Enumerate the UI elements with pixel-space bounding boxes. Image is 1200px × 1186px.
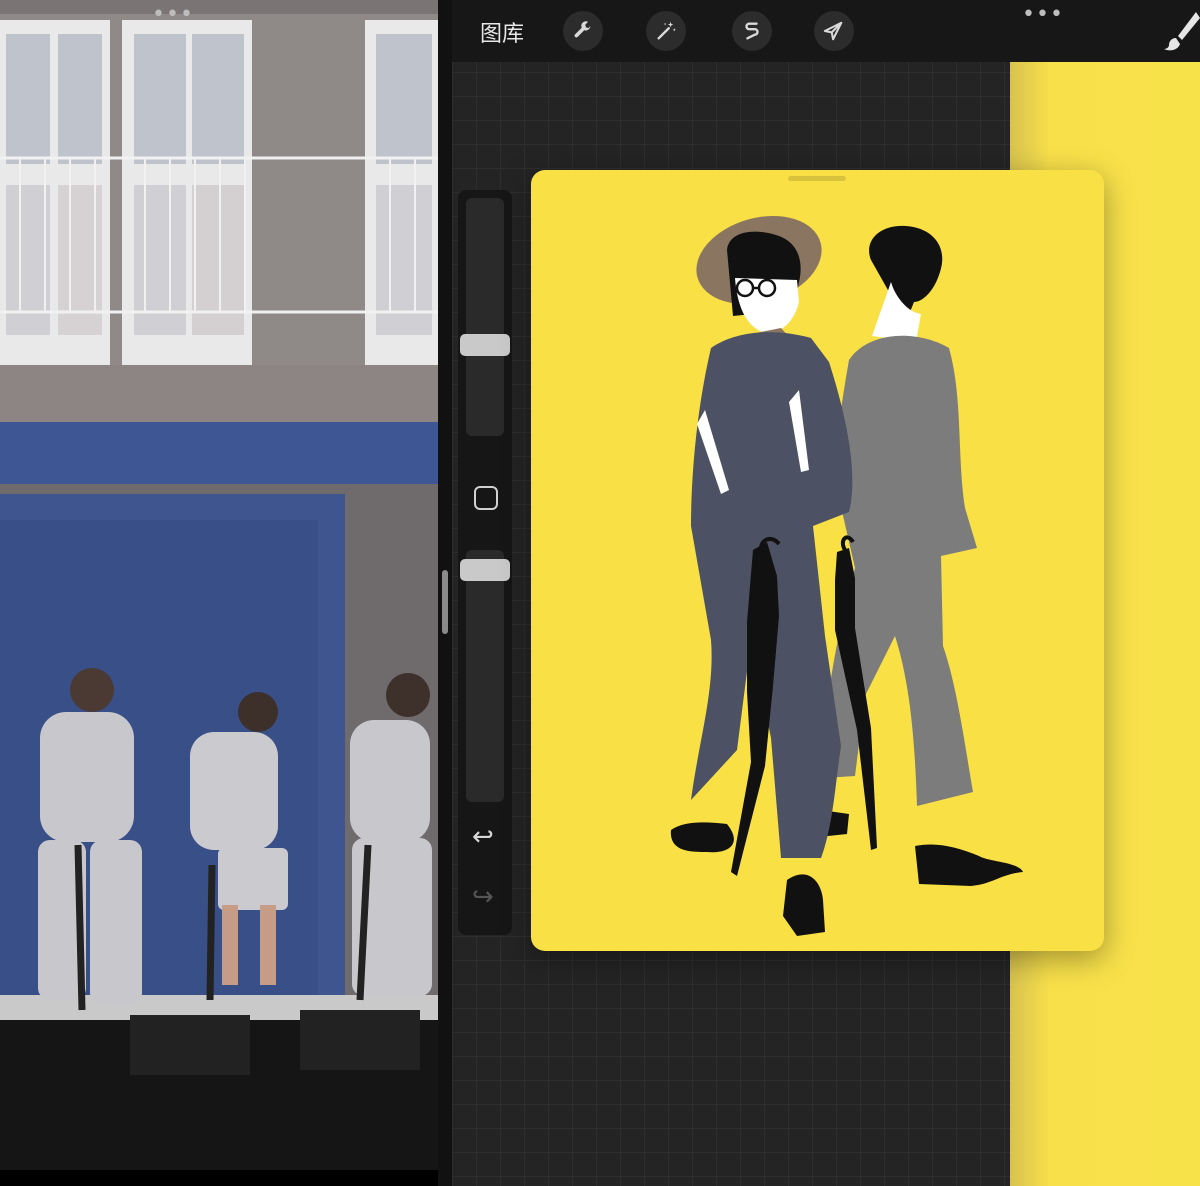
modify-square-button[interactable]	[474, 486, 498, 510]
redo-icon[interactable]: ↪	[472, 882, 494, 912]
split-handle[interactable]	[442, 570, 448, 634]
brush-size-slider[interactable]	[466, 198, 504, 436]
arrow-cursor-icon[interactable]	[814, 11, 854, 51]
procreate-pane: 图库 ••• ↩ ↪	[452, 0, 1200, 1186]
selection-s-icon[interactable]	[732, 11, 772, 51]
reference-window[interactable]	[531, 170, 1104, 951]
reference-video-pane[interactable]: •••	[0, 0, 438, 1170]
brush-sidebar: ↩ ↪	[458, 190, 512, 935]
brush-size-thumb[interactable]	[460, 334, 510, 356]
gallery-button[interactable]: 图库	[480, 16, 524, 48]
top-toolbar: 图库 •••	[452, 0, 1200, 62]
more-dots-icon[interactable]: •••	[1022, 4, 1064, 26]
undo-icon[interactable]: ↩	[472, 822, 494, 852]
opacity-thumb[interactable]	[460, 559, 510, 581]
magic-wand-icon[interactable]	[646, 11, 686, 51]
stage-video-frame	[0, 0, 438, 1170]
opacity-slider[interactable]	[466, 550, 504, 802]
wrench-icon[interactable]	[563, 11, 603, 51]
paintbrush-icon[interactable]	[1160, 10, 1200, 52]
more-dots-icon[interactable]: •••	[152, 4, 194, 26]
illustration	[670, 215, 1023, 936]
